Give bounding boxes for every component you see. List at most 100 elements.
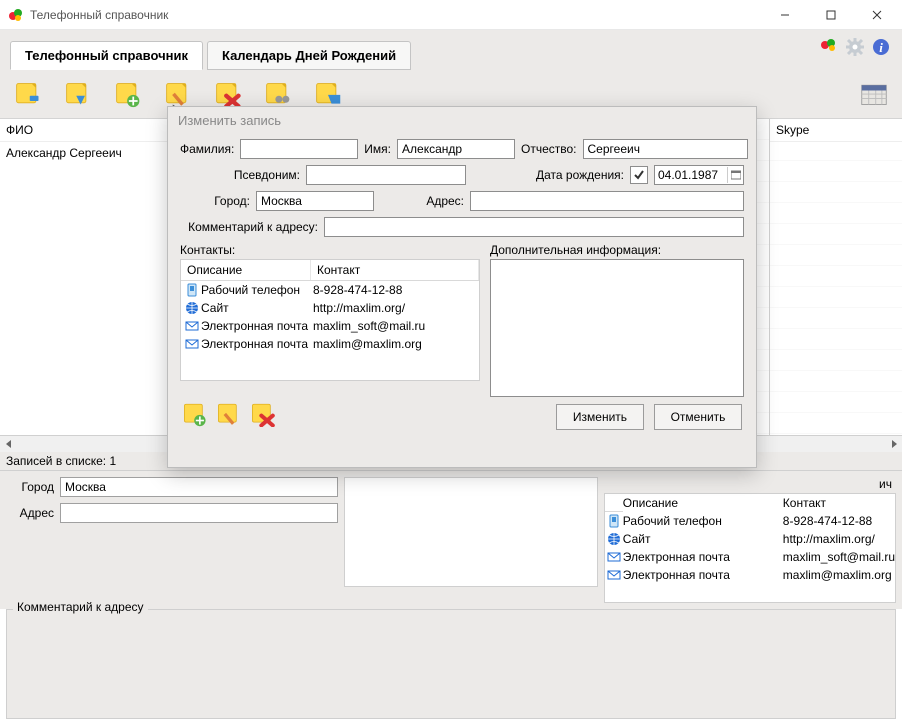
toolbar-btn-2[interactable]	[60, 76, 96, 112]
contact-delete-button[interactable]	[250, 401, 276, 430]
name-input[interactable]	[397, 139, 515, 159]
tab-directory[interactable]: Телефонный справочник	[10, 41, 203, 70]
tab-calendar[interactable]: Календарь Дней Рождений	[207, 41, 411, 70]
contact-row[interactable]: Электронная почтаmaxlim@maxlim.org	[605, 566, 895, 584]
contact-desc: Рабочий телефон	[201, 283, 313, 297]
contact-desc: Электронная почта	[623, 550, 783, 564]
contact-row[interactable]: Электронная почтаmaxlim_soft@mail.ru	[181, 317, 479, 335]
toolbar-btn-1[interactable]	[10, 76, 46, 112]
address-label-m: Адрес:	[380, 194, 464, 208]
contacts-list: Описание Контакт Рабочий телефон8-928-47…	[180, 259, 480, 381]
dob-value: 04.01.1987	[655, 168, 727, 182]
edit-record-dialog: Изменить запись Фамилия: Имя: Отчество: …	[167, 106, 757, 468]
info-icon[interactable]: i	[870, 36, 892, 58]
city-input-m[interactable]	[256, 191, 374, 211]
phone-icon	[183, 283, 201, 297]
calendar-dropdown-icon[interactable]	[727, 167, 743, 183]
balloons-icon[interactable]	[818, 36, 840, 58]
column-skype: Skype	[770, 119, 902, 435]
contact-row[interactable]: Рабочий телефон8-928-474-12-88	[605, 512, 895, 530]
cancel-button[interactable]: Отменить	[654, 404, 742, 430]
contact-value: maxlim_soft@mail.ru	[313, 319, 479, 333]
addr-comment-input[interactable]	[324, 217, 744, 237]
address-input[interactable]	[60, 503, 338, 523]
addinfo-textarea[interactable]	[490, 259, 744, 397]
contact-row[interactable]: Электронная почтаmaxlim@maxlim.org	[181, 335, 479, 353]
addr-comment-label: Комментарий к адресу:	[180, 220, 318, 234]
contact-desc: Рабочий телефон	[623, 514, 783, 528]
dob-label: Дата рождения:	[472, 168, 624, 182]
column-fio-header[interactable]: ФИО	[0, 119, 167, 142]
mail-icon	[605, 568, 623, 582]
contact-value: maxlim_soft@mail.ru	[783, 550, 895, 564]
toolbar-btn-calendar[interactable]	[856, 76, 892, 112]
patronymic-input[interactable]	[583, 139, 748, 159]
address-label: Адрес	[6, 506, 54, 520]
tab-strip: Телефонный справочник Календарь Дней Рож…	[0, 30, 902, 70]
column-fio: ФИО Александр Сергееич	[0, 119, 168, 435]
contact-row[interactable]: Электронная почтаmaxlim_soft@mail.ru	[605, 548, 895, 566]
contacts-panel: Описание Контакт Рабочий телефон8-928-47…	[604, 493, 896, 603]
titlebar: Телефонный справочник	[0, 0, 902, 30]
contacts-col-cont[interactable]: Контакт	[311, 260, 479, 280]
svg-text:i: i	[879, 40, 883, 55]
ok-button[interactable]: Изменить	[556, 404, 644, 430]
city-input[interactable]	[60, 477, 338, 497]
surname-input[interactable]	[240, 139, 358, 159]
contact-value: http://maxlim.org/	[313, 301, 479, 315]
phone-icon	[605, 514, 623, 528]
bottom-panel: Город Адрес ич Описание Контакт Рабочий …	[0, 471, 902, 609]
dialog-title: Изменить запись	[168, 107, 756, 133]
gear-icon[interactable]	[844, 36, 866, 58]
mail-icon	[605, 550, 623, 564]
city-label-m: Город:	[180, 194, 250, 208]
contact-row[interactable]: Рабочий телефон8-928-474-12-88	[181, 281, 479, 299]
city-label: Город	[6, 480, 54, 494]
bottom-col-cont[interactable]: Контакт	[783, 494, 895, 512]
patronymic-label: Отчество:	[521, 142, 577, 156]
column-skype-header[interactable]: Skype	[770, 119, 902, 142]
trailing-text: ич	[879, 477, 892, 491]
dob-field[interactable]: 04.01.1987	[654, 165, 744, 185]
dob-checkbox[interactable]	[630, 166, 648, 184]
contact-value: http://maxlim.org/	[783, 532, 895, 546]
minimize-button[interactable]	[762, 1, 808, 29]
contact-value: maxlim@maxlim.org	[313, 337, 479, 351]
comment-label: Комментарий к адресу	[13, 600, 148, 614]
window-title: Телефонный справочник	[30, 8, 762, 22]
contact-add-button[interactable]	[182, 401, 208, 430]
mail-icon	[183, 337, 201, 351]
contact-desc: Сайт	[623, 532, 783, 546]
alias-label: Псевдоним:	[180, 168, 300, 182]
bottom-col-desc[interactable]: Описание	[623, 494, 783, 512]
contact-value: 8-928-474-12-88	[313, 283, 479, 297]
comment-fieldset: Комментарий к адресу	[6, 609, 896, 719]
address-input-m[interactable]	[470, 191, 744, 211]
contact-value: maxlim@maxlim.org	[783, 568, 895, 582]
web-icon	[183, 301, 201, 315]
addinfo-label: Дополнительная информация:	[490, 243, 744, 257]
contact-value: 8-928-474-12-88	[783, 514, 895, 528]
info-fieldset	[344, 477, 598, 587]
contacts-col-desc[interactable]: Описание	[181, 260, 311, 280]
maximize-button[interactable]	[808, 1, 854, 29]
contact-row[interactable]: Сайтhttp://maxlim.org/	[605, 530, 895, 548]
contact-desc: Электронная почта	[201, 337, 313, 351]
app-icon	[8, 7, 24, 23]
alias-input[interactable]	[306, 165, 466, 185]
scroll-right-button[interactable]	[885, 436, 902, 452]
contact-desc: Сайт	[201, 301, 313, 315]
name-label: Имя:	[364, 142, 391, 156]
close-button[interactable]	[854, 1, 900, 29]
list-row-0[interactable]: Александр Сергееич	[0, 142, 167, 164]
contact-desc: Электронная почта	[623, 568, 783, 582]
contact-row[interactable]: Сайтhttp://maxlim.org/	[181, 299, 479, 317]
contact-desc: Электронная почта	[201, 319, 313, 333]
toolbar-btn-add[interactable]	[110, 76, 146, 112]
surname-label: Фамилия:	[180, 142, 234, 156]
web-icon	[605, 532, 623, 546]
scroll-left-button[interactable]	[0, 436, 17, 452]
contact-edit-button[interactable]	[216, 401, 242, 430]
mail-icon	[183, 319, 201, 333]
contacts-label: Контакты:	[180, 243, 480, 257]
